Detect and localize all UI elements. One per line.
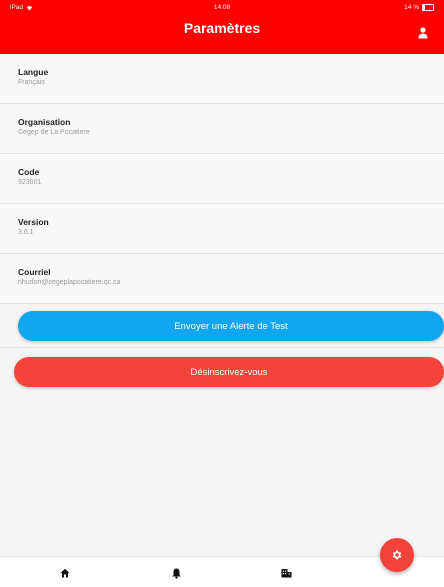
setting-label: Version [18, 217, 49, 227]
settings-fab[interactable] [380, 538, 414, 572]
building-icon [281, 569, 291, 578]
status-bar: iPad 14:08 14 % [0, 0, 444, 16]
setting-label: Organisation [18, 117, 71, 127]
divider [0, 347, 444, 348]
page-title: Paramètres [183, 20, 261, 36]
setting-label: Courriel [18, 267, 51, 277]
settings-screen: iPad 14:08 14 % Paramètres Langue França… [0, 0, 444, 587]
setting-label: Langue [18, 67, 49, 77]
setting-value: Français [18, 79, 45, 86]
setting-row-code: Code 923001 [0, 154, 444, 204]
tab-home[interactable] [57, 565, 73, 581]
send-test-alert-button[interactable]: Envoyer une Alerte de Test [18, 311, 444, 341]
status-right: 14 % [404, 4, 434, 11]
gear-icon [392, 550, 402, 560]
setting-value: 923001 [18, 179, 42, 186]
top-bar: iPad 14:08 14 % Paramètres [0, 0, 444, 54]
setting-label: Code [18, 167, 40, 177]
bell-icon [171, 568, 181, 579]
tab-alerts[interactable] [168, 565, 184, 581]
settings-list: Langue Français Organisation Cegep de La… [0, 54, 444, 304]
battery-icon [422, 4, 434, 11]
tab-buildings[interactable] [278, 565, 294, 581]
setting-row-organisation[interactable]: Organisation Cegep de La Pocatiere [0, 104, 444, 154]
user-icon[interactable] [418, 27, 428, 39]
setting-row-language[interactable]: Langue Français [0, 54, 444, 104]
setting-row-email[interactable]: Courriel nhudon@cegeplapocatiere.qc.ca [0, 254, 444, 304]
battery-percent: 14 % [404, 4, 419, 11]
home-icon [60, 568, 70, 578]
bottom-nav [0, 556, 444, 587]
setting-value: Cegep de La Pocatiere [18, 129, 90, 136]
setting-value: 3.0.1 [18, 229, 34, 236]
setting-row-version: Version 3.0.1 [0, 204, 444, 254]
unsubscribe-button[interactable]: Désinscrivez-vous [14, 357, 444, 387]
status-time: 14:08 [213, 4, 231, 11]
setting-value: nhudon@cegeplapocatiere.qc.ca [18, 279, 121, 286]
